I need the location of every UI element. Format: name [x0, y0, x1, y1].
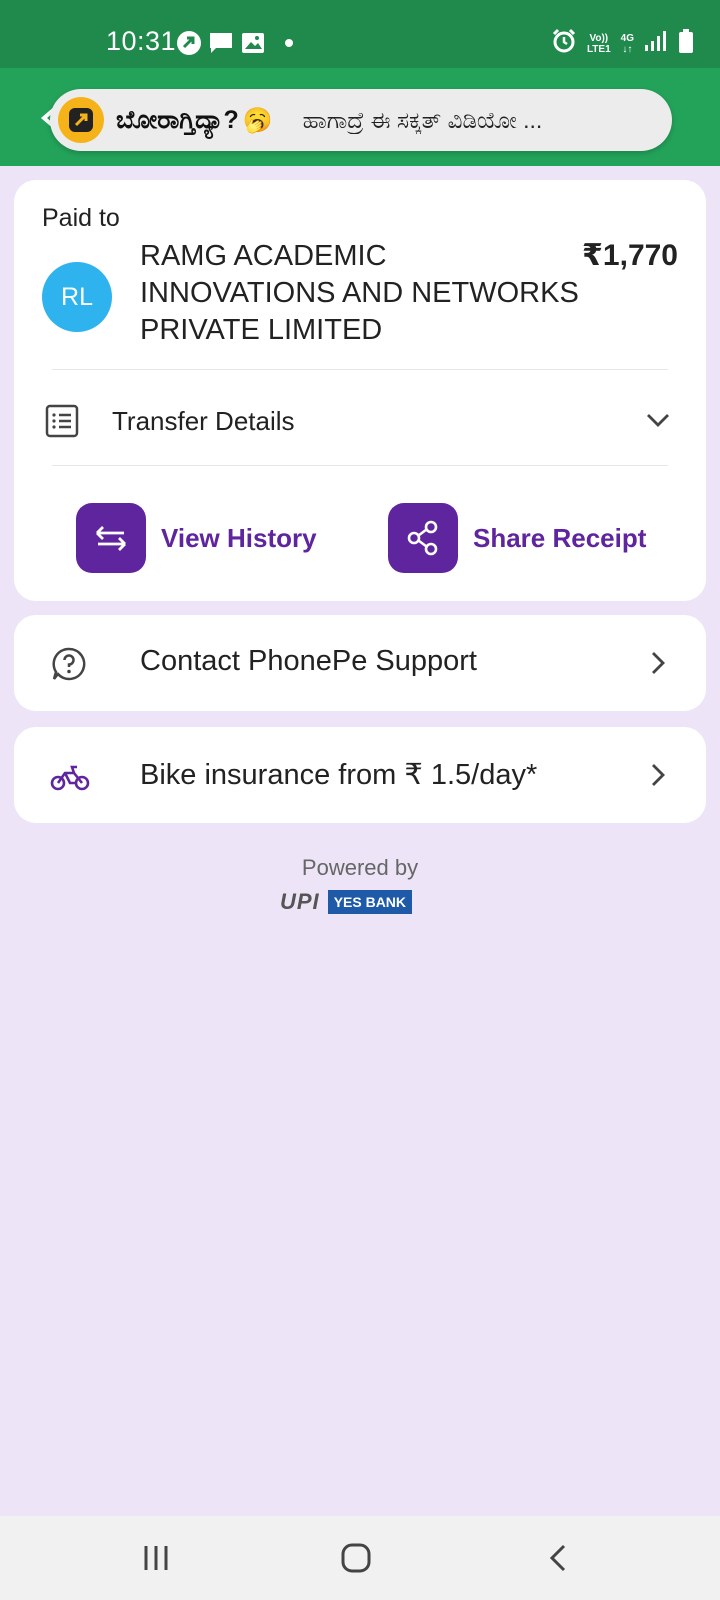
- avatar-initials: RL: [61, 282, 93, 311]
- list-icon: [45, 404, 79, 438]
- notification-title: ಬೋರಾಗ್ತಿದ್ಯಾ?: [116, 105, 239, 134]
- status-right-group: Vo)) LTE1 4G ↓↑: [551, 28, 694, 59]
- transfer-details-label: Transfer Details: [112, 406, 295, 436]
- bike-insurance-label: Bike insurance from ₹ 1.5/day*: [140, 759, 538, 791]
- bike-insurance-row[interactable]: Bike insurance from ₹ 1.5/day*: [14, 727, 706, 823]
- divider: [52, 369, 668, 370]
- upi-logo-text: UPI: [280, 889, 320, 914]
- volte-bottom: LTE1: [586, 43, 611, 55]
- network-type-label: 4G: [620, 32, 634, 44]
- chevron-right-icon: [644, 761, 672, 789]
- payment-card: Paid to RL RAMG ACADEMIC INNOVATIONS AND…: [14, 180, 706, 601]
- home-icon[interactable]: [334, 1538, 378, 1578]
- amount: ₹1,770: [582, 239, 678, 272]
- chevron-right-icon: [644, 649, 672, 677]
- app-header: ಬೋರಾಗ್ತಿದ್ಯಾ? 🥱 ಹಾಗಾದ್ರೆ ಈ ಸಕ್ಕತ್ ವಿಡಿಯೋ…: [0, 68, 720, 166]
- yes-bank-logo-text: YES BANK: [333, 894, 407, 910]
- back-icon[interactable]: [536, 1538, 580, 1578]
- avatar: RL: [42, 262, 112, 332]
- system-nav-bar: [0, 1516, 720, 1600]
- yes-bank-logo: YES BANK: [327, 890, 413, 914]
- powered-by-label: Powered by: [301, 855, 419, 880]
- contact-support-label: Contact PhonePe Support: [140, 645, 477, 677]
- status-bar: 10:31 Vo)) LTE1 4G ↓↑: [0, 0, 720, 68]
- divider: [52, 465, 668, 466]
- payee-name: RAMG ACADEMIC INNOVATIONS AND NETWORKS P…: [140, 240, 579, 346]
- transfer-arrows-icon: [76, 503, 146, 573]
- view-history-label: View History: [161, 522, 317, 553]
- help-icon: [50, 645, 88, 683]
- data-arrows-icon: ↓↑: [622, 43, 633, 55]
- network-type: 4G ↓↑: [621, 33, 634, 55]
- paid-to-label: Paid to: [42, 204, 120, 232]
- transfer-details-row[interactable]: Transfer Details: [14, 382, 706, 458]
- phonepe-notification-icon: [176, 30, 202, 56]
- volte-top: Vo)): [589, 32, 609, 44]
- contact-support-row[interactable]: Contact PhonePe Support: [14, 615, 706, 711]
- dot-icon: [285, 39, 293, 47]
- share-receipt-label: Share Receipt: [473, 522, 647, 553]
- alarm-icon: [551, 28, 577, 59]
- share-receipt-button[interactable]: Share Receipt: [388, 503, 646, 573]
- battery-icon: [678, 28, 694, 59]
- upi-logo: UPI: [280, 889, 320, 915]
- signal-icon: [644, 30, 668, 57]
- notification-app-icon: [58, 97, 104, 143]
- gallery-icon: [240, 30, 266, 56]
- chevron-down-icon[interactable]: [644, 406, 672, 434]
- share-icon: [388, 503, 458, 573]
- volte-indicator: Vo)) LTE1: [587, 33, 611, 55]
- partner-logos: UPI YES BANK: [280, 888, 440, 916]
- notification-emoji: 🥱: [242, 106, 273, 134]
- notification-text: ಹಾಗಾದ್ರೆ ಈ ಸಕ್ಕತ್ ವಿಡಿಯೋ ...: [302, 106, 543, 133]
- message-icon: [208, 30, 234, 56]
- status-time: 10:31: [106, 26, 177, 56]
- notification-banner[interactable]: ಬೋರಾಗ್ತಿದ್ಯಾ? 🥱 ಹಾಗಾದ್ರೆ ಈ ಸಕ್ಕತ್ ವಿಡಿಯೋ…: [50, 89, 672, 151]
- view-history-button[interactable]: View History: [76, 503, 317, 573]
- bike-icon: [50, 757, 90, 795]
- recent-apps-icon[interactable]: [134, 1538, 178, 1578]
